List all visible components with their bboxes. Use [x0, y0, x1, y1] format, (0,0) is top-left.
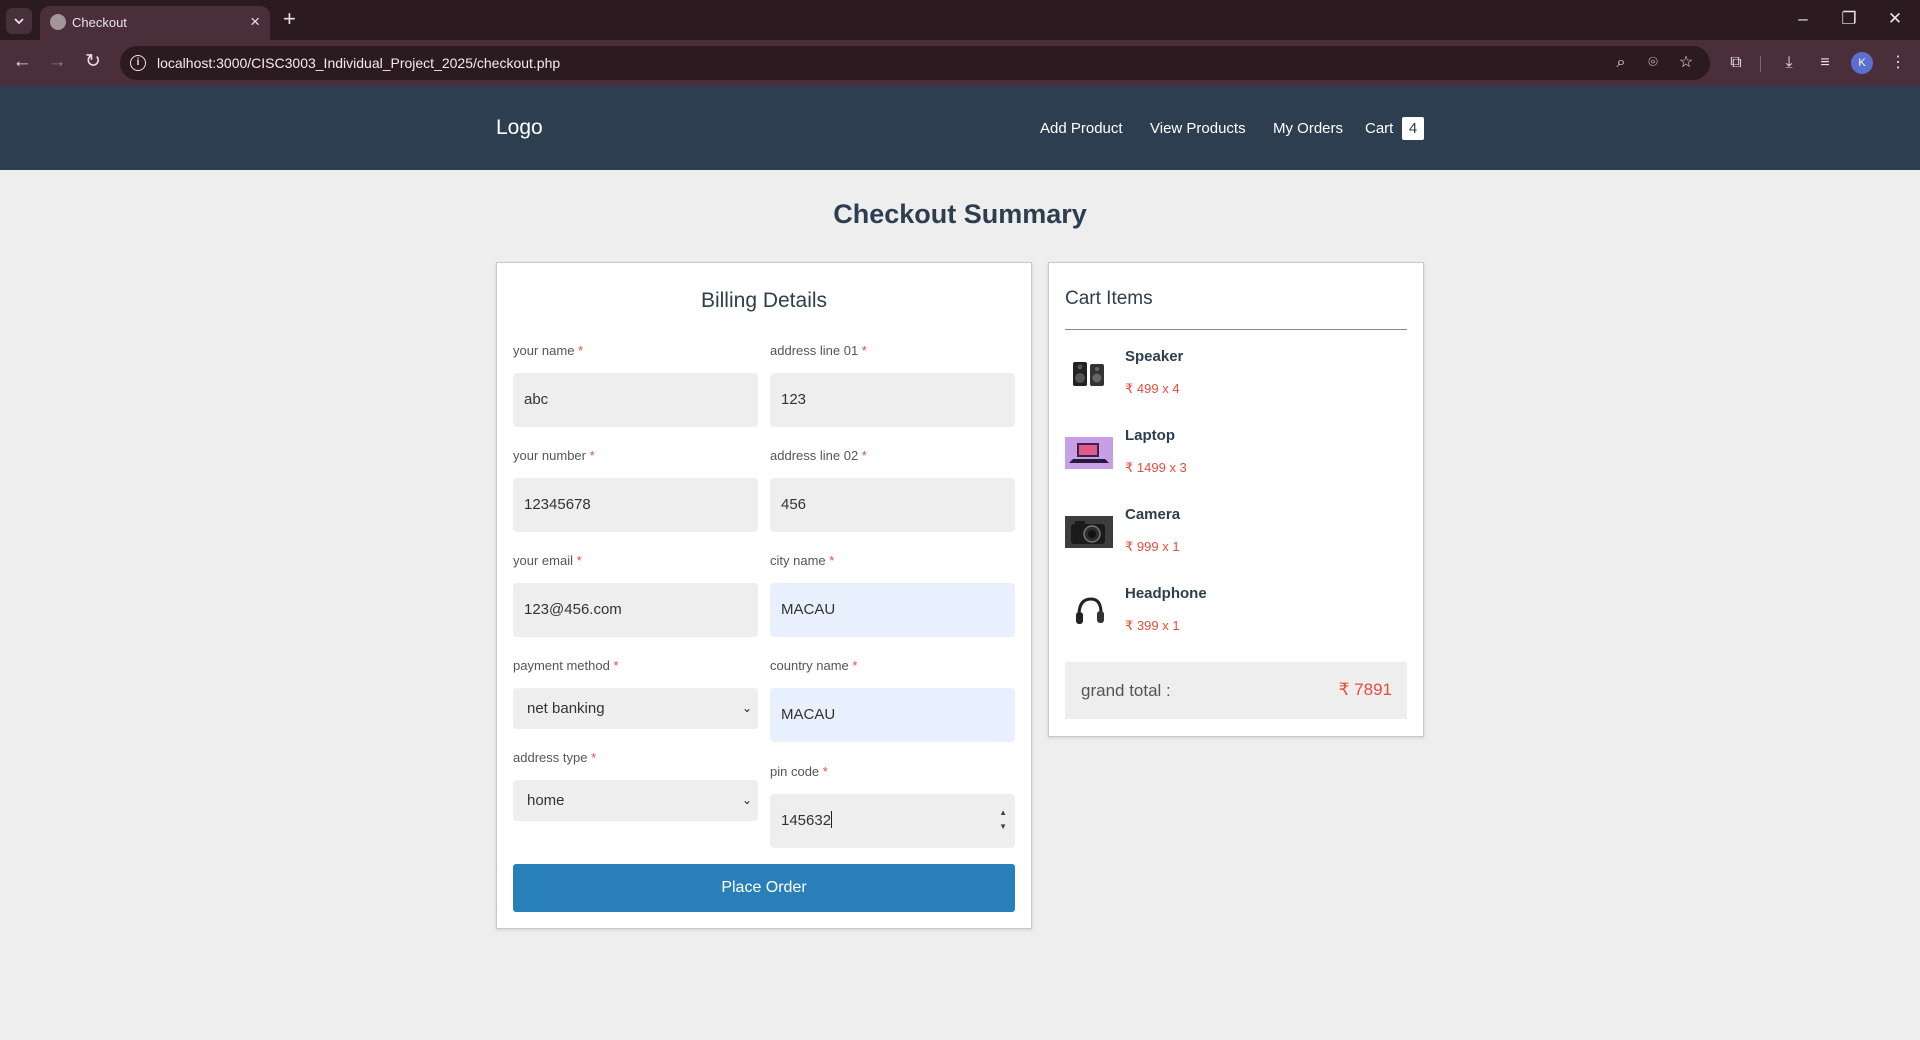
logo[interactable]: Logo — [496, 116, 543, 140]
new-tab-icon[interactable]: + — [283, 6, 296, 32]
laptop-icon — [1065, 437, 1113, 469]
payment-method-select[interactable]: net banking ⌄ — [513, 688, 758, 729]
tab-search-button[interactable] — [6, 8, 32, 34]
place-order-button[interactable]: Place Order — [513, 864, 1015, 912]
minimize-icon[interactable]: – — [1780, 6, 1826, 32]
name-label: your name * — [513, 343, 584, 358]
number-label: your number * — [513, 448, 595, 463]
cart-items-panel: Cart Items Speaker ₹ 499 x 4 Laptop ₹ 14… — [1048, 262, 1424, 737]
browser-tab-bar: Checkout × + – ❐ ✕ — [0, 0, 1920, 40]
billing-heading: Billing Details — [700, 289, 828, 312]
address-type-select[interactable]: home ⌄ — [513, 780, 758, 821]
cart-item: Speaker ₹ 499 x 4 — [1065, 348, 1407, 408]
forward-icon[interactable]: → — [45, 51, 69, 73]
cart-item-price: ₹ 999 x 1 — [1125, 539, 1180, 554]
payment-method-label: payment method * — [513, 658, 619, 673]
name-field[interactable]: abc — [513, 373, 758, 427]
page-title: Checkout Summary — [833, 199, 1087, 229]
address2-label: address line 02 * — [770, 448, 867, 463]
extensions-icon[interactable]: ⧉ — [1724, 52, 1748, 74]
menu-icon[interactable]: ⋮ — [1886, 52, 1910, 74]
site-header: Logo Add Product View Products My Orders… — [0, 86, 1920, 170]
grand-total: grand total : ₹ 7891 — [1065, 662, 1407, 719]
cart-item: Camera ₹ 999 x 1 — [1065, 506, 1407, 566]
chevron-down-icon — [14, 18, 24, 25]
nav-my-orders[interactable]: My Orders — [1273, 120, 1343, 137]
browser-tab[interactable]: Checkout × — [40, 6, 270, 40]
cart-count-badge[interactable]: 4 — [1402, 117, 1424, 140]
billing-form: Billing Details your name * abc your num… — [496, 262, 1032, 929]
divider — [1065, 329, 1407, 330]
pin-code-label: pin code * — [770, 764, 828, 779]
cart-item-name: Headphone — [1125, 585, 1207, 602]
cart-item-price: ₹ 499 x 4 — [1125, 381, 1180, 396]
city-field[interactable]: MACAU — [770, 583, 1015, 637]
profile-avatar[interactable]: K — [1851, 52, 1873, 74]
address1-field[interactable]: 123 — [770, 373, 1015, 427]
site-info-icon[interactable]: i — [130, 55, 146, 71]
cart-item-name: Laptop — [1125, 427, 1175, 444]
nav-cart[interactable]: Cart — [1365, 120, 1393, 137]
address-type-label: address type * — [513, 750, 597, 765]
cart-item-name: Speaker — [1125, 348, 1184, 365]
cart-item: Headphone ₹ 399 x 1 — [1065, 585, 1407, 645]
number-field[interactable]: 12345678 — [513, 478, 758, 532]
chevron-down-icon: ⌄ — [741, 701, 752, 715]
headphone-icon — [1065, 595, 1113, 627]
city-label: city name * — [770, 553, 835, 568]
country-field[interactable]: MACAU — [770, 688, 1015, 742]
address1-label: address line 01 * — [770, 343, 867, 358]
grand-total-label: grand total : — [1081, 681, 1171, 700]
email-field[interactable]: 123@456.com — [513, 583, 758, 637]
close-window-icon[interactable]: ✕ — [1872, 6, 1918, 32]
url-text[interactable]: localhost:3000/CISC3003_Individual_Proje… — [157, 55, 560, 71]
browser-toolbar: ← → ↻ i localhost:3000/CISC3003_Individu… — [0, 40, 1920, 86]
zoom-icon[interactable]: ⌕ — [1610, 53, 1632, 73]
pin-code-value: 145632 — [781, 812, 832, 829]
address2-field[interactable]: 456 — [770, 478, 1015, 532]
camera-icon — [1065, 516, 1113, 548]
cart-item: Laptop ₹ 1499 x 3 — [1065, 427, 1407, 487]
reload-icon[interactable]: ↻ — [81, 51, 105, 73]
cart-heading: Cart Items — [1065, 288, 1153, 309]
address-type-value: home — [527, 792, 565, 809]
globe-icon — [50, 14, 66, 30]
email-label: your email * — [513, 553, 582, 568]
back-icon[interactable]: ← — [10, 51, 34, 73]
media-control-icon[interactable]: ≡ — [1813, 52, 1837, 74]
chevron-down-icon: ⌄ — [741, 793, 752, 807]
toolbar-separator — [1760, 56, 1761, 72]
number-spinner[interactable]: ▲ ▼ — [999, 806, 1007, 834]
nav-view-products[interactable]: View Products — [1150, 120, 1246, 137]
address-bar[interactable]: i localhost:3000/CISC3003_Individual_Pro… — [120, 46, 1710, 80]
text-cursor — [831, 811, 833, 828]
tab-title: Checkout — [72, 15, 127, 30]
speaker-icon — [1065, 358, 1113, 390]
restore-icon[interactable]: ❐ — [1826, 6, 1872, 32]
cart-item-price: ₹ 399 x 1 — [1125, 618, 1180, 633]
location-icon[interactable]: ⌾ — [1642, 53, 1664, 73]
payment-method-value: net banking — [527, 700, 605, 717]
pin-code-field[interactable]: 145632 ▲ ▼ — [770, 794, 1015, 848]
download-icon[interactable]: ⤓ — [1777, 52, 1801, 74]
country-label: country name * — [770, 658, 858, 673]
close-tab-icon[interactable]: × — [250, 12, 260, 32]
grand-total-value: ₹ 7891 — [1338, 680, 1392, 699]
bookmark-star-icon[interactable]: ☆ — [1675, 53, 1697, 73]
nav-add-product[interactable]: Add Product — [1040, 120, 1123, 137]
cart-item-name: Camera — [1125, 506, 1181, 523]
cart-item-price: ₹ 1499 x 3 — [1125, 460, 1187, 475]
